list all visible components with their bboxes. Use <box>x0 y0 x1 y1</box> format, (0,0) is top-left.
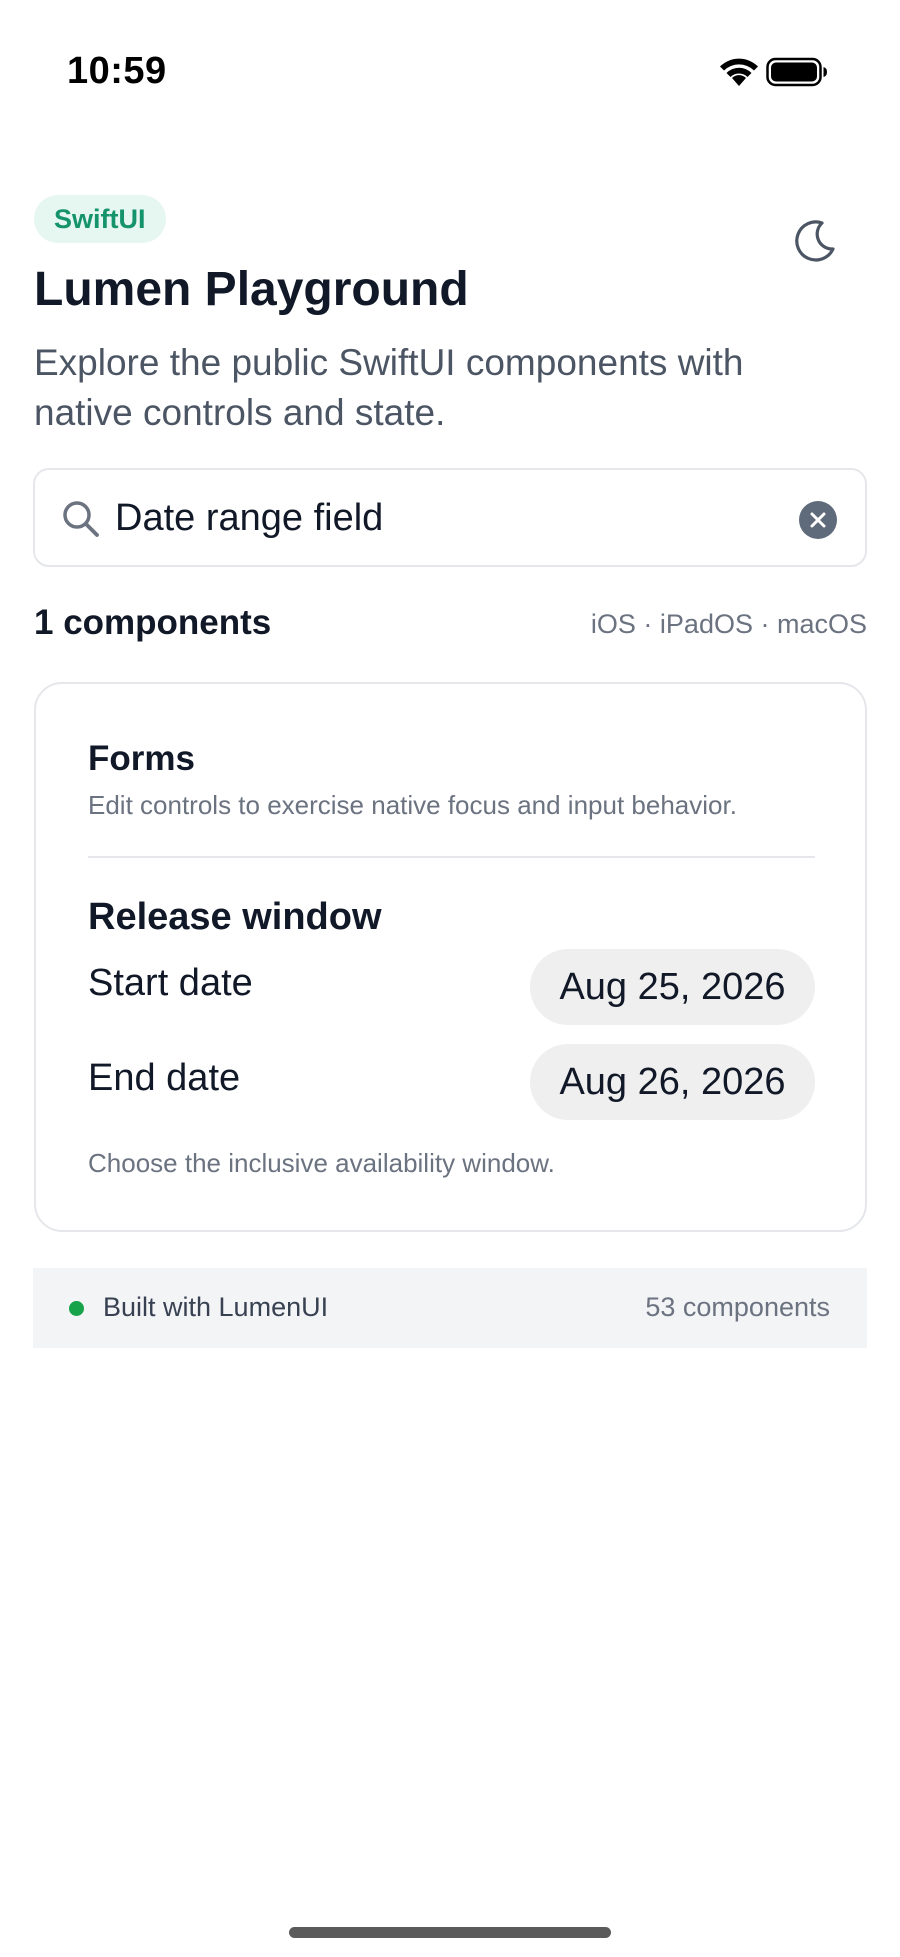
start-date-picker[interactable]: Aug 25, 2026 <box>530 949 815 1025</box>
battery-icon <box>766 57 827 87</box>
footer-bar: Built with LumenUI 53 components <box>33 1268 867 1348</box>
close-icon <box>810 512 826 528</box>
status-time: 10:59 <box>67 50 167 92</box>
end-date-label: End date <box>88 1057 241 1099</box>
footer-component-count: 53 components <box>645 1292 830 1322</box>
status-dot <box>69 1301 84 1316</box>
screen: 10:59 SwiftUI Lumen Playground Explore t… <box>0 0 900 1957</box>
search-input[interactable] <box>115 490 755 546</box>
search-field[interactable] <box>33 468 867 567</box>
footer-built-with: Built with LumenUI <box>103 1292 329 1322</box>
home-indicator[interactable] <box>289 1927 611 1938</box>
search-icon <box>63 501 99 537</box>
section-title: Release window <box>88 896 382 938</box>
clear-search-button[interactable] <box>799 501 837 539</box>
start-date-label: Start date <box>88 962 253 1004</box>
wifi-icon <box>720 58 758 86</box>
page-subtitle: Explore the public SwiftUI components wi… <box>34 342 744 433</box>
end-date-picker[interactable]: Aug 26, 2026 <box>530 1044 815 1120</box>
component-card: Forms Edit controls to exercise native f… <box>34 682 867 1232</box>
results-count: 1 components <box>34 603 272 642</box>
helper-text: Choose the inclusive availability window… <box>88 1148 555 1178</box>
moon-icon[interactable] <box>792 218 838 264</box>
platform-list: iOS · iPadOS · macOS <box>590 609 867 639</box>
card-title: Forms <box>88 739 195 778</box>
divider <box>88 856 815 858</box>
card-description: Edit controls to exercise native focus a… <box>88 790 737 820</box>
platform-badge: SwiftUI <box>34 195 166 243</box>
page-title: Lumen Playground <box>34 263 469 316</box>
